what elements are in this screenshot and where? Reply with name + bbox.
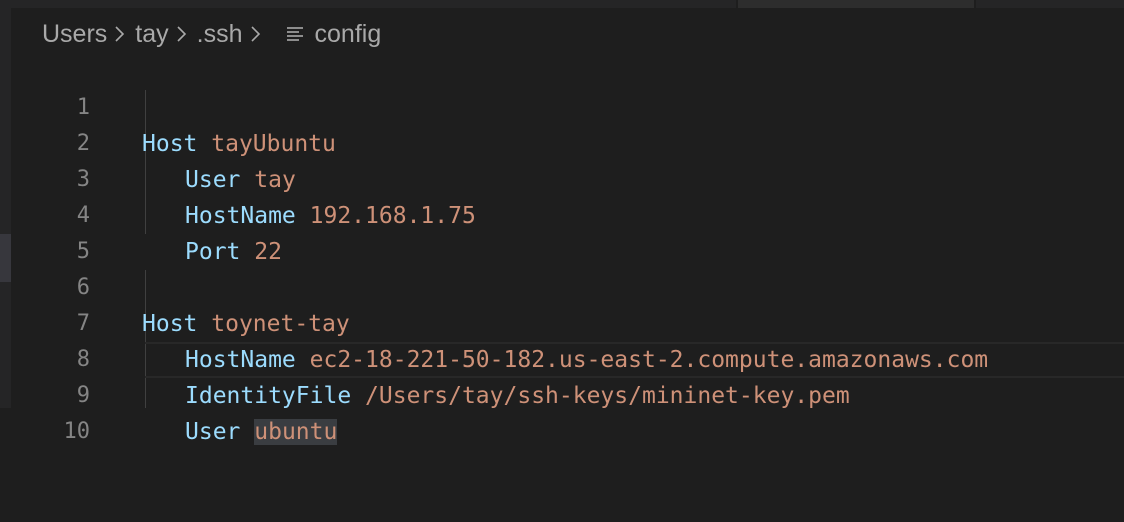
- tab-bar-segment: [976, 0, 1124, 8]
- line-content[interactable]: User ubuntu: [142, 414, 338, 450]
- tab-bar-strip: [0, 0, 1124, 8]
- code-line[interactable]: 5: [0, 198, 1124, 264]
- breadcrumb-item-ssh[interactable]: .ssh: [197, 20, 243, 49]
- chevron-right-icon: [249, 24, 263, 44]
- breadcrumb: Users tay .ssh config: [42, 14, 381, 54]
- line-number: 10: [63, 419, 91, 444]
- code-line[interactable]: 7 HostName ec2-18-221-50-182.us-east-2.c…: [0, 270, 1124, 373]
- chevron-right-icon: [113, 24, 127, 44]
- tab-bar-segment: [0, 0, 736, 8]
- code-line[interactable]: 6 Host toynet-tay: [0, 234, 1124, 337]
- code-line[interactable]: 10: [0, 378, 1124, 444]
- breadcrumb-item-tay[interactable]: tay: [135, 20, 168, 49]
- breadcrumb-item-config[interactable]: config: [315, 20, 382, 49]
- chevron-right-icon: [175, 24, 189, 44]
- config-value-highlighted: ubuntu: [254, 419, 338, 445]
- config-keyword: User: [185, 419, 241, 445]
- tab-bar-segment-active[interactable]: [738, 0, 974, 8]
- code-line[interactable]: 1 Host tayUbuntu: [0, 54, 1124, 157]
- code-line[interactable]: 4 Port 22: [0, 162, 1124, 265]
- breadcrumb-item-users[interactable]: Users: [42, 20, 107, 49]
- code-line[interactable]: 2 User tay: [0, 90, 1124, 193]
- code-editor[interactable]: 1 Host tayUbuntu 2 User tay 3 HostName 1…: [0, 54, 1124, 445]
- code-line-current[interactable]: 9 User ubuntu: [0, 342, 1124, 445]
- list-lines-icon: [285, 24, 305, 44]
- code-line[interactable]: 8 IdentityFile /Users/tay/ssh-keys/minin…: [0, 306, 1124, 409]
- code-line[interactable]: 3 HostName 192.168.1.75: [0, 126, 1124, 229]
